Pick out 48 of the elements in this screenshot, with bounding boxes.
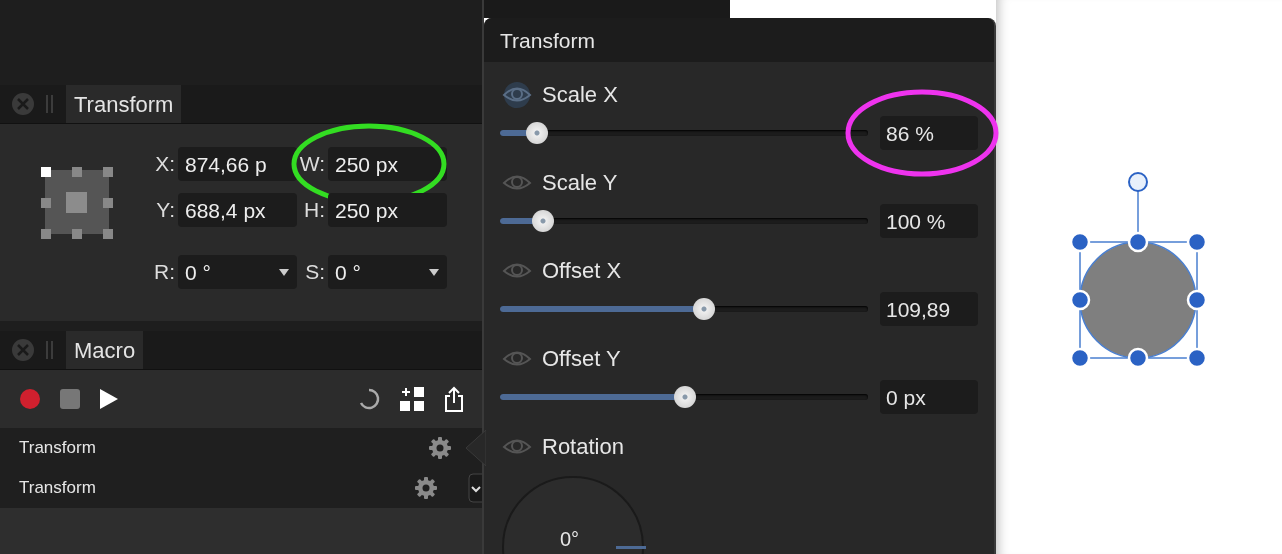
share-icon[interactable] (444, 386, 464, 412)
input-field[interactable]: 250 px (328, 193, 447, 227)
panel-tab[interactable]: Macro (66, 331, 144, 369)
slider-thumb[interactable] (692, 298, 715, 320)
play-icon[interactable] (100, 389, 118, 409)
spinner-icon[interactable] (358, 388, 380, 410)
selected-circle-drawing[interactable] (1069, 172, 1208, 369)
slider-track[interactable] (500, 210, 868, 232)
input-field[interactable]: 874,66 p (178, 147, 297, 181)
dropdown[interactable]: 0 ° (328, 255, 447, 289)
slider-label: Scale Y (542, 170, 618, 196)
slider-track[interactable] (500, 122, 868, 144)
value-field[interactable]: 100 % (880, 204, 978, 238)
panel-tab[interactable]: Transform (66, 85, 182, 123)
slider-thumb[interactable] (674, 386, 697, 408)
field-label: S: (304, 260, 325, 284)
slider-track[interactable] (500, 386, 868, 408)
value-field[interactable]: 0 px (880, 380, 978, 414)
rotation-dial[interactable]: 0° (502, 476, 644, 554)
eye-icon[interactable] (500, 82, 534, 108)
grip-icon[interactable] (46, 95, 54, 113)
dropdown[interactable]: 0 ° (178, 255, 297, 289)
input-field[interactable]: 250 px (328, 147, 447, 181)
add-grid-icon[interactable] (400, 387, 424, 411)
dial-value: 0° (560, 528, 580, 551)
slider-label: Offset X (542, 258, 622, 284)
value-field[interactable]: 86 % (880, 116, 978, 150)
field-label: X: (154, 152, 175, 176)
field-label: H: (303, 198, 325, 222)
slider-thumb[interactable] (531, 210, 554, 232)
grip-icon[interactable] (46, 341, 54, 359)
field-label: Y: (155, 198, 175, 222)
field-label: W: (298, 152, 325, 176)
field-label: R: (153, 260, 175, 284)
dropdown-arrow-icon (279, 268, 289, 276)
input-field[interactable]: 688,4 px (178, 193, 297, 227)
anchor-point-icon[interactable] (38, 164, 116, 240)
value-field[interactable]: 109,89 (880, 292, 978, 326)
slider-label: Offset Y (542, 346, 621, 372)
record-icon[interactable] (20, 389, 40, 409)
dropdown-arrow-icon (429, 268, 439, 276)
popover-title: Transform (484, 18, 994, 62)
slider-label: Scale X (542, 82, 618, 108)
slider-track[interactable] (500, 298, 868, 320)
chevron-down-icon[interactable] (468, 473, 482, 503)
slider-thumb[interactable] (525, 122, 548, 144)
dial-indicator (616, 546, 646, 549)
slider-label: Rotation (542, 434, 624, 460)
